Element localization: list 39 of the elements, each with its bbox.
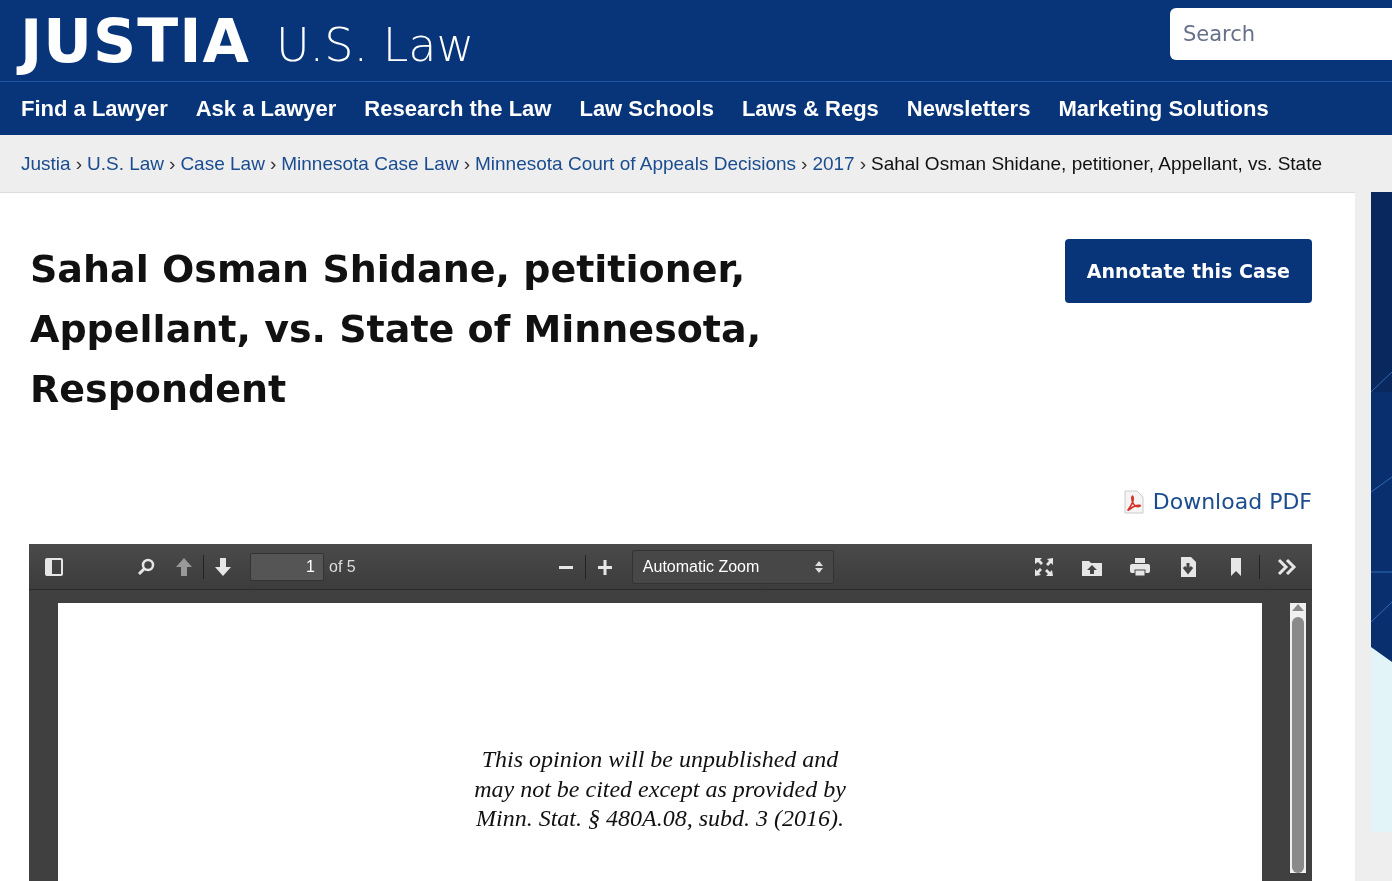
breadcrumb-link[interactable]: Case Law [180, 152, 265, 175]
scrollbar[interactable] [1290, 603, 1306, 873]
breadcrumb-current: Sahal Osman Shidane, petitioner, Appellant, vs. State [871, 152, 1322, 175]
download-pdf-link[interactable]: Download PDF [1152, 489, 1312, 514]
page-number-field[interactable]: 1 [250, 552, 324, 581]
section-title: U.S. Law [275, 21, 475, 68]
nav-link[interactable]: Newsletters [906, 95, 1031, 122]
breadcrumb-separator: › [463, 152, 470, 175]
breadcrumb-link[interactable]: Justia [21, 152, 71, 175]
nav-link[interactable]: Find a Lawyer [21, 95, 168, 122]
breadcrumb-separator: › [75, 152, 82, 175]
breadcrumb-link[interactable]: Minnesota Court of Appeals Decisions [475, 152, 797, 175]
breadcrumb-separator: › [859, 152, 866, 175]
nav-link[interactable]: Law Schools [579, 95, 714, 122]
scroll-up-icon[interactable] [1292, 603, 1304, 611]
zoom-select[interactable]: Automatic Zoom [631, 549, 834, 584]
breadcrumb-separator: › [169, 152, 176, 175]
breadcrumb-separator: › [269, 152, 277, 175]
nav-link[interactable]: Marketing Solutions [1058, 95, 1269, 122]
annotate-button[interactable]: Annotate this Case [1064, 239, 1312, 303]
down-arrow-icon[interactable] [212, 555, 234, 578]
page-text: This opinion will be unpublished and [481, 745, 839, 774]
page-text: may not be cited except as provided by [474, 774, 846, 804]
breadcrumb-link[interactable]: 2017 [812, 152, 855, 175]
nav-link[interactable]: Ask a Lawyer [195, 95, 337, 122]
select-arrows-icon [814, 559, 823, 574]
search-field[interactable]: Search [1170, 8, 1392, 60]
page-text: Minn. Stat. § 480A.08, subd. 3 (2016). [476, 804, 844, 833]
fullscreen-icon[interactable] [1033, 555, 1055, 578]
sidebar-toggle-icon[interactable] [43, 555, 65, 578]
page-count: of 5 [329, 557, 356, 576]
breadcrumb-link[interactable]: U.S. Law [86, 152, 165, 175]
print-icon[interactable] [1129, 555, 1151, 578]
nav-link[interactable]: Research the Law [364, 95, 552, 122]
breadcrumb-link[interactable]: Minnesota Case Law [281, 152, 459, 175]
pdf-file-icon [1122, 489, 1145, 514]
case-title: Sahal Osman Shidane, petitioner, Appellant, vs. State of Minnesota, Respondent [30, 246, 763, 413]
nav-link[interactable]: Laws & Regs [741, 95, 879, 122]
breadcrumb-separator: › [801, 152, 808, 175]
